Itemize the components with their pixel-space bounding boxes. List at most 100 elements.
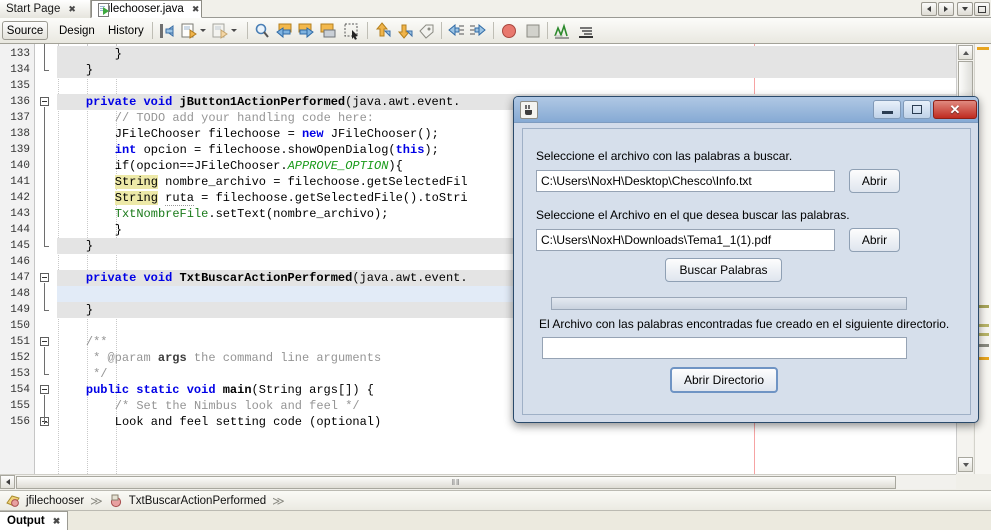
shift-right-icon[interactable]: [469, 22, 487, 40]
code-line: Look and feel setting code (optional): [114, 415, 382, 429]
label-select-target-file: Seleccione el Archivo en el que desea bu…: [536, 208, 850, 222]
words-file-path-input[interactable]: C:\Users\NoxH\Desktop\Chesco\Info.txt: [536, 170, 835, 192]
code-line: JFileChooser filechoose = new JFileChoos…: [114, 127, 439, 141]
minimize-icon: [881, 111, 893, 114]
breadcrumb-item-method[interactable]: TxtBuscarActionPerformed: [109, 494, 266, 508]
code-fold-minus-icon[interactable]: [40, 97, 49, 106]
code-fold-connector: [44, 283, 45, 310]
line-number: 142: [10, 192, 30, 204]
code-line-highlight: [57, 62, 956, 78]
toggle-highlight-icon[interactable]: [417, 22, 435, 40]
code-line: TxtNombreFile.setText(nombre_archivo);: [114, 207, 389, 221]
java-coffee-cup-icon: [520, 100, 538, 119]
tab-history-label: History: [108, 24, 144, 37]
scroll-up-button[interactable]: [958, 45, 973, 60]
maximize-icon[interactable]: [974, 2, 990, 16]
record-macro-icon[interactable]: [500, 22, 518, 40]
scroll-left-button[interactable]: [0, 475, 15, 489]
stop-macro-icon[interactable]: [524, 22, 542, 40]
line-number: 133: [10, 48, 30, 60]
find-icon[interactable]: [253, 22, 271, 40]
tab-jfilechooser-close-icon[interactable]: ✖: [192, 4, 200, 14]
close-icon: ✕: [949, 102, 961, 117]
annotation-mark[interactable]: [977, 47, 989, 50]
java-swing-dialog[interactable]: ✕ Seleccione el archivo con las palabras…: [513, 96, 979, 423]
dropdown-icon[interactable]: [957, 2, 973, 16]
code-line: String nombre_archivo = filechoose.getSe…: [114, 175, 468, 189]
code-fold-end: [44, 374, 49, 375]
code-fold-column[interactable]: [35, 44, 57, 474]
result-directory-input[interactable]: [542, 337, 907, 359]
line-number: 151: [10, 336, 30, 348]
toggle-bookmark-icon[interactable]: [319, 22, 337, 40]
code-fold-connector: [44, 107, 45, 246]
inspect-icon[interactable]: [553, 22, 571, 40]
open-words-file-button[interactable]: Abrir: [849, 169, 900, 193]
tab-jfilechooser-java[interactable]: jfilechooser.java ✖: [91, 0, 202, 18]
uncomment-icon[interactable]: [211, 22, 229, 40]
open-directory-button[interactable]: Abrir Directorio: [670, 367, 778, 393]
horizontal-scroll-thumb[interactable]: ‖‖: [16, 476, 896, 489]
code-line: public static void main(String args[]) {: [85, 383, 374, 397]
line-number: 144: [10, 224, 30, 236]
tab-history[interactable]: History: [101, 21, 151, 40]
next-bookmark-icon[interactable]: [297, 22, 315, 40]
code-line: }: [85, 303, 94, 317]
line-number: 153: [10, 368, 30, 380]
shift-lines-left-icon[interactable]: [158, 22, 176, 40]
tab-start-page-close-icon[interactable]: ✖: [68, 4, 76, 14]
code-fold-minus-icon[interactable]: [40, 273, 49, 282]
dialog-close-button[interactable]: ✕: [933, 100, 977, 119]
class-icon: [6, 494, 21, 508]
code-line: /* Set the Nimbus look and feel */: [114, 399, 360, 413]
previous-bookmark-icon[interactable]: [275, 22, 293, 40]
code-fold-connector: [44, 44, 45, 70]
line-number: 135: [10, 80, 30, 92]
tab-design-label: Design: [59, 24, 95, 37]
code-fold-connector: [44, 347, 45, 374]
dialog-content-panel: Seleccione el archivo con las palabras a…: [522, 128, 971, 415]
tab-output[interactable]: Output ✖: [0, 511, 69, 530]
dialog-title-bar[interactable]: ✕: [514, 97, 978, 123]
editor-horizontal-scrollbar[interactable]: ‖‖: [0, 474, 956, 489]
scroll-grip-icon: ‖‖: [451, 478, 461, 487]
shift-up-icon[interactable]: [373, 22, 391, 40]
shift-left-icon[interactable]: [447, 22, 465, 40]
dialog-maximize-button[interactable]: [903, 100, 931, 119]
breadcrumb-separator-icon-2: ≫: [272, 493, 285, 508]
forward-icon[interactable]: [938, 2, 954, 16]
search-words-button[interactable]: Buscar Palabras: [665, 258, 782, 282]
editor-toolbar: Source Design History: [0, 18, 991, 44]
line-number-gutter: 133 134 135 136 137 138 139 140 141 142 143 144 145 1…: [0, 44, 35, 474]
code-line: private void jButton1ActionPerformed(jav…: [85, 95, 461, 109]
code-fold-minus-icon[interactable]: [40, 337, 49, 346]
comment-icon[interactable]: [180, 22, 198, 40]
shift-down-icon[interactable]: [395, 22, 413, 40]
target-file-path-input[interactable]: C:\Users\NoxH\Downloads\Tema1_1(1).pdf: [536, 229, 835, 251]
rectangular-selection-icon[interactable]: [343, 22, 361, 40]
code-fold-minus-icon[interactable]: [40, 385, 49, 394]
tab-start-page[interactable]: Start Page ✖: [0, 0, 91, 18]
back-icon[interactable]: [921, 2, 937, 16]
line-number: 150: [10, 320, 30, 332]
tab-output-close-icon[interactable]: ✖: [53, 516, 61, 526]
tab-design[interactable]: Design: [52, 21, 102, 40]
comment-dropdown-icon[interactable]: [200, 29, 206, 32]
code-line: }: [114, 223, 122, 237]
dialog-minimize-button[interactable]: [873, 100, 901, 119]
code-fold-end: [44, 70, 49, 71]
diff-icon[interactable]: [577, 22, 595, 40]
breadcrumb-separator-icon: ≫: [90, 493, 103, 508]
tab-source[interactable]: Source: [2, 21, 48, 40]
tab-start-page-label: Start Page: [6, 3, 61, 15]
code-line: int opcion = filechoose.showOpenDialog(t…: [114, 143, 439, 157]
scroll-down-button[interactable]: [958, 457, 973, 472]
uncomment-dropdown-icon[interactable]: [231, 29, 237, 32]
code-fold-end: [44, 246, 49, 247]
breadcrumb-item-class[interactable]: jfilechooser: [6, 494, 84, 508]
search-progress-bar: [551, 297, 907, 310]
open-target-file-button[interactable]: Abrir: [849, 228, 900, 252]
output-window-bar: Output ✖: [0, 511, 991, 530]
line-number: 140: [10, 160, 30, 172]
code-line: * @param args the command line arguments: [85, 351, 382, 365]
